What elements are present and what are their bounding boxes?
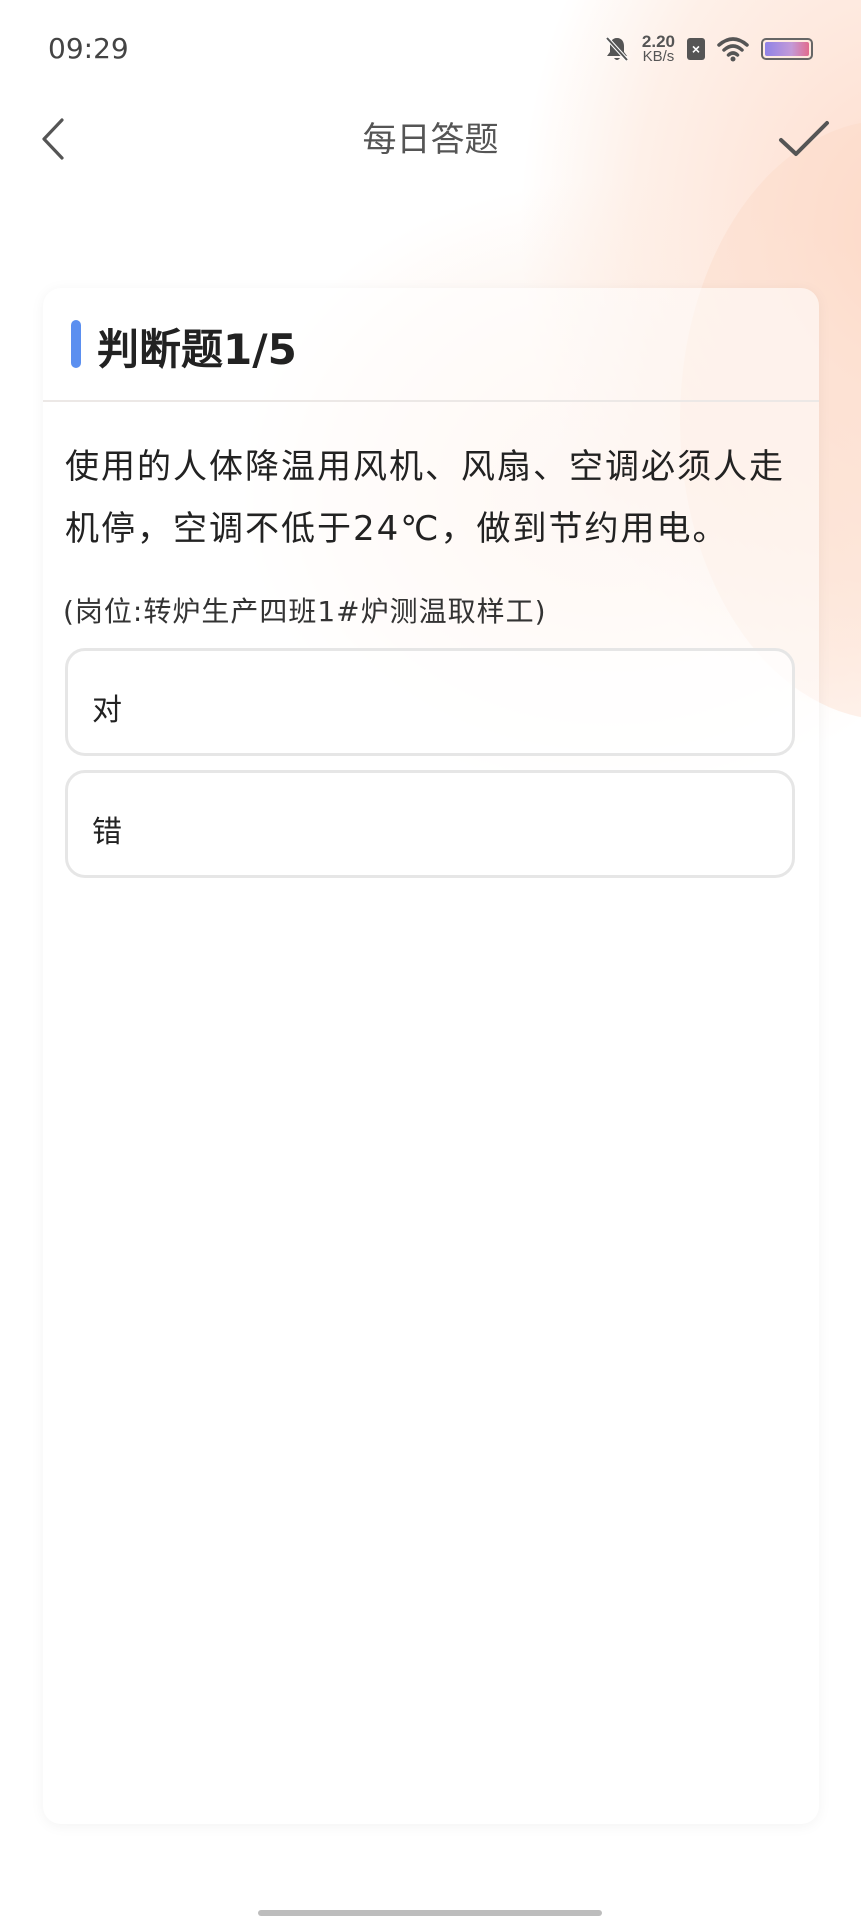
status-time: 09:29 (48, 32, 129, 65)
network-speed: 2.20 KB/s (641, 32, 675, 65)
screen: 09:29 2.20 KB/s × 每日答题 判断题1/5 使用的人体降温用风机… (0, 0, 861, 1920)
option-true[interactable]: 对 (65, 648, 795, 756)
network-speed-value: 2.20 (641, 32, 675, 51)
accent-bar (71, 320, 81, 368)
battery-level (765, 42, 809, 56)
sim-no-signal-icon: × (687, 38, 705, 60)
submit-check-icon[interactable] (777, 114, 831, 164)
question-text: 使用的人体降温用风机、风扇、空调必须人走机停，空调不低于24℃，做到节约用电。 (65, 447, 785, 549)
network-speed-unit: KB/s (642, 48, 675, 65)
status-icons: 2.20 KB/s × (604, 32, 813, 65)
option-false[interactable]: 错 (65, 770, 795, 878)
wifi-icon (717, 37, 749, 62)
bell-muted-icon (605, 36, 629, 62)
option-label: 对 (92, 693, 122, 728)
card-header: 判断题1/5 (43, 288, 819, 402)
question-card: 判断题1/5 使用的人体降温用风机、风扇、空调必须人走机停，空调不低于24℃，做… (43, 288, 819, 1824)
post-label: (岗位:转炉生产四班1#炉测温取样工) (63, 595, 547, 628)
home-indicator[interactable] (258, 1910, 602, 1916)
page-title: 每日答题 (362, 120, 499, 160)
question-type: 判断题1/5 (97, 325, 297, 374)
status-bar: 09:29 2.20 KB/s × (0, 0, 861, 100)
option-label: 错 (92, 815, 122, 850)
nav-bar: 每日答题 (0, 100, 861, 180)
battery-icon (761, 38, 813, 60)
